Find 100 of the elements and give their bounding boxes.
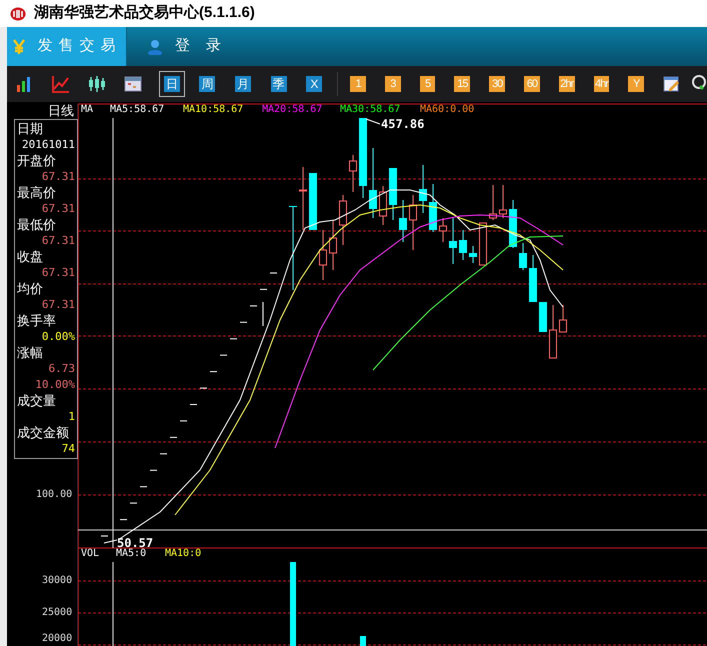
interval-button[interactable]: 3 <box>384 76 401 92</box>
info-value: 74 <box>60 441 75 457</box>
volume-legend-label: MA10:0 <box>165 548 202 560</box>
candlestick <box>539 302 547 332</box>
interval-button[interactable]: 15 <box>454 76 470 92</box>
calendar-button[interactable] <box>123 74 143 94</box>
user-icon <box>146 38 163 54</box>
ma-legend-label: MA30:58.67 <box>340 104 400 116</box>
candlestick <box>250 305 258 306</box>
info-label: 最高价 <box>17 185 57 201</box>
candlestick <box>419 164 427 214</box>
interval-button[interactable]: 60 <box>524 76 540 92</box>
nav-tab[interactable]: 登 录 <box>127 27 247 66</box>
candlestick <box>170 436 178 438</box>
candlestick <box>489 184 497 220</box>
candlestick <box>240 322 248 323</box>
candlestick <box>559 304 567 332</box>
info-label: 均价 <box>17 281 44 297</box>
candlestick <box>369 148 377 218</box>
zoom-button[interactable] <box>691 75 707 93</box>
high-price-label: 457.86 <box>381 117 424 131</box>
info-label: 成交金额 <box>17 425 70 441</box>
candlestick <box>210 371 218 372</box>
info-label: 涨幅 <box>17 345 44 361</box>
info-value: 10.00% <box>34 377 75 393</box>
info-label: 收盘 <box>17 249 44 265</box>
nav-tab[interactable]: 发售交易 <box>7 27 127 66</box>
interval-button[interactable]: Y <box>628 76 644 92</box>
info-value: 6.73 <box>48 361 75 377</box>
candlestick <box>499 184 507 218</box>
volume-legend-label: VOL <box>81 548 100 560</box>
ma-legend-label: MA10:58.67 <box>183 104 244 116</box>
interval-button[interactable]: 2hr <box>558 76 575 92</box>
volume-axis-label: 25000 <box>42 607 72 619</box>
candlestick <box>150 470 158 471</box>
period-button[interactable]: 日 <box>159 71 185 97</box>
candlestick <box>299 166 307 230</box>
candlestick <box>529 254 537 302</box>
period-button[interactable]: X <box>302 71 328 97</box>
price-axis-label: 100.00 <box>36 489 72 501</box>
candlestick <box>140 486 148 488</box>
period-button[interactable]: 周 <box>194 71 220 97</box>
candlestick <box>309 172 317 230</box>
info-label: 成交量 <box>17 393 57 409</box>
info-label: 换手率 <box>17 313 57 329</box>
period-button[interactable]: 月 <box>230 71 256 97</box>
edit-button[interactable] <box>663 75 682 93</box>
candlestick <box>319 230 327 280</box>
candlestick <box>469 246 477 264</box>
candlestick <box>339 194 347 246</box>
info-value: 1 <box>67 409 75 425</box>
candlestick <box>549 304 557 358</box>
interval-button[interactable]: 5 <box>420 76 436 92</box>
candlestick <box>200 388 208 389</box>
info-value: 67.31 <box>40 233 75 249</box>
info-value: 67.31 <box>40 169 75 185</box>
info-label: 日期 <box>17 121 44 137</box>
candlestick <box>130 502 138 504</box>
logo-icon <box>10 6 26 20</box>
candlestick <box>429 184 437 232</box>
candlestick-button[interactable] <box>87 74 107 94</box>
candlestick-wick <box>262 302 264 326</box>
candlestick <box>160 453 168 454</box>
interval-button[interactable]: 30 <box>489 76 506 92</box>
candlestick <box>230 338 238 340</box>
info-value: 67.31 <box>40 201 75 217</box>
line-chart-button[interactable] <box>51 74 71 94</box>
candlestick <box>449 218 457 264</box>
candlestick <box>459 230 467 260</box>
info-value: 67.31 <box>40 297 75 313</box>
period-button[interactable]: 季 <box>266 71 292 97</box>
candlestick <box>479 222 487 266</box>
window-title: 湖南华强艺术品交易中心(5.1.1.6) <box>34 3 255 24</box>
ma-legend-label: MA <box>81 104 94 116</box>
info-value: 67.31 <box>40 265 75 281</box>
candlestick <box>349 154 357 192</box>
leader-line <box>366 118 380 124</box>
candlestick <box>409 194 417 250</box>
info-value: 20161011 <box>21 137 75 153</box>
candlestick <box>329 220 337 270</box>
candlestick <box>389 168 397 220</box>
low-price-label: 50.57 <box>117 536 154 550</box>
yen-icon <box>12 38 26 54</box>
candlestick <box>120 519 128 520</box>
volume-axis-label: 20000 <box>42 633 72 645</box>
volume-legend-label: MA5:0 <box>116 548 146 560</box>
volume-axis-label: 30000 <box>42 575 72 587</box>
interval-button[interactable]: 1 <box>350 76 366 92</box>
candlestick <box>180 420 188 422</box>
candlestick <box>519 242 527 270</box>
candlestick <box>399 200 407 242</box>
ma-legend-label: MA5:58.67 <box>110 104 164 116</box>
info-label: 开盘价 <box>17 153 57 169</box>
info-label: 最低价 <box>17 217 57 233</box>
interval-button[interactable]: 4hr <box>594 76 610 92</box>
candlestick <box>220 354 228 356</box>
candlestick <box>260 288 268 290</box>
leader-line <box>104 540 118 544</box>
candlestick <box>379 186 387 226</box>
candlestick <box>270 272 278 274</box>
